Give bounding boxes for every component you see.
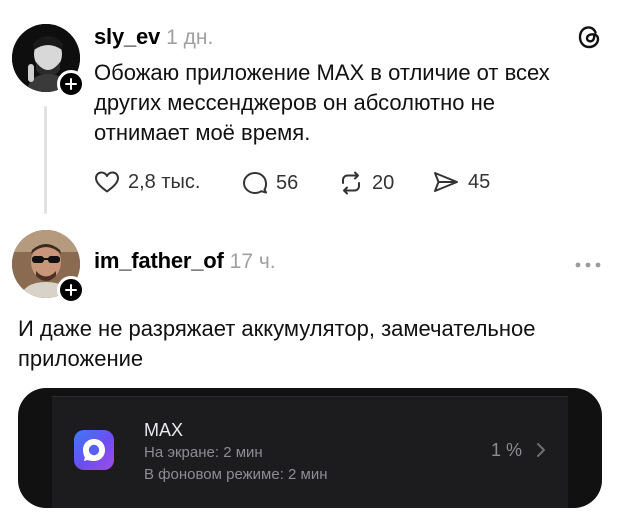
plus-icon (65, 78, 77, 90)
replies-count: 56 (276, 171, 299, 194)
post-2-text: И даже не разряжает аккумулятор, замечат… (18, 314, 535, 374)
likes-count: 2,8 тыс. (128, 170, 201, 193)
reposts-count: 20 (372, 171, 395, 194)
attached-image[interactable]: MAX На экране: 2 мин В фоновом режиме: 2… (18, 388, 602, 508)
shares-count: 45 (468, 170, 491, 193)
comment-icon (243, 172, 268, 194)
post-text-line: И даже не разряжает аккумулятор, замечат… (18, 316, 536, 341)
on-screen-time: На экране: 2 мин (144, 444, 263, 461)
background-time: В фоновом режиме: 2 мин (144, 466, 328, 483)
max-app-icon (74, 430, 114, 470)
reply-button[interactable]: 56 (242, 170, 298, 196)
post-text-line: отнимает моё время. (94, 120, 311, 145)
repost-icon (342, 171, 360, 195)
plus-icon (65, 284, 77, 296)
post-time: 1 дн. (166, 26, 214, 49)
more-dots-icon[interactable] (574, 256, 602, 274)
follow-button[interactable] (57, 276, 85, 304)
send-icon (434, 172, 458, 192)
repost-button[interactable]: 20 (338, 170, 394, 196)
post-time: 17 ч. (229, 250, 276, 273)
follow-button[interactable] (57, 70, 85, 98)
threads-logo-icon[interactable] (574, 22, 604, 57)
battery-percent: 1 % (490, 440, 522, 460)
chevron-right-icon (536, 442, 546, 463)
post-text-line: приложение (18, 346, 144, 371)
share-button[interactable]: 45 (432, 170, 490, 194)
post-2-header: im_father_of 17 ч. (94, 248, 276, 274)
post-text-line: других мессенджеров он абсолютно не (94, 90, 495, 115)
post-1-text: Обожаю приложение MAX в отличие от всех … (94, 58, 550, 148)
post-text-line: Обожаю приложение MAX в отличие от всех (94, 60, 550, 85)
thread-line (44, 106, 47, 214)
post-1-header: sly_ev 1 дн. (94, 24, 213, 50)
like-button[interactable]: 2,8 тыс. (94, 170, 200, 194)
app-name: MAX (144, 420, 184, 440)
username[interactable]: im_father_of (94, 248, 224, 274)
heart-icon (95, 171, 119, 193)
username[interactable]: sly_ev (94, 24, 160, 50)
divider (52, 396, 568, 397)
